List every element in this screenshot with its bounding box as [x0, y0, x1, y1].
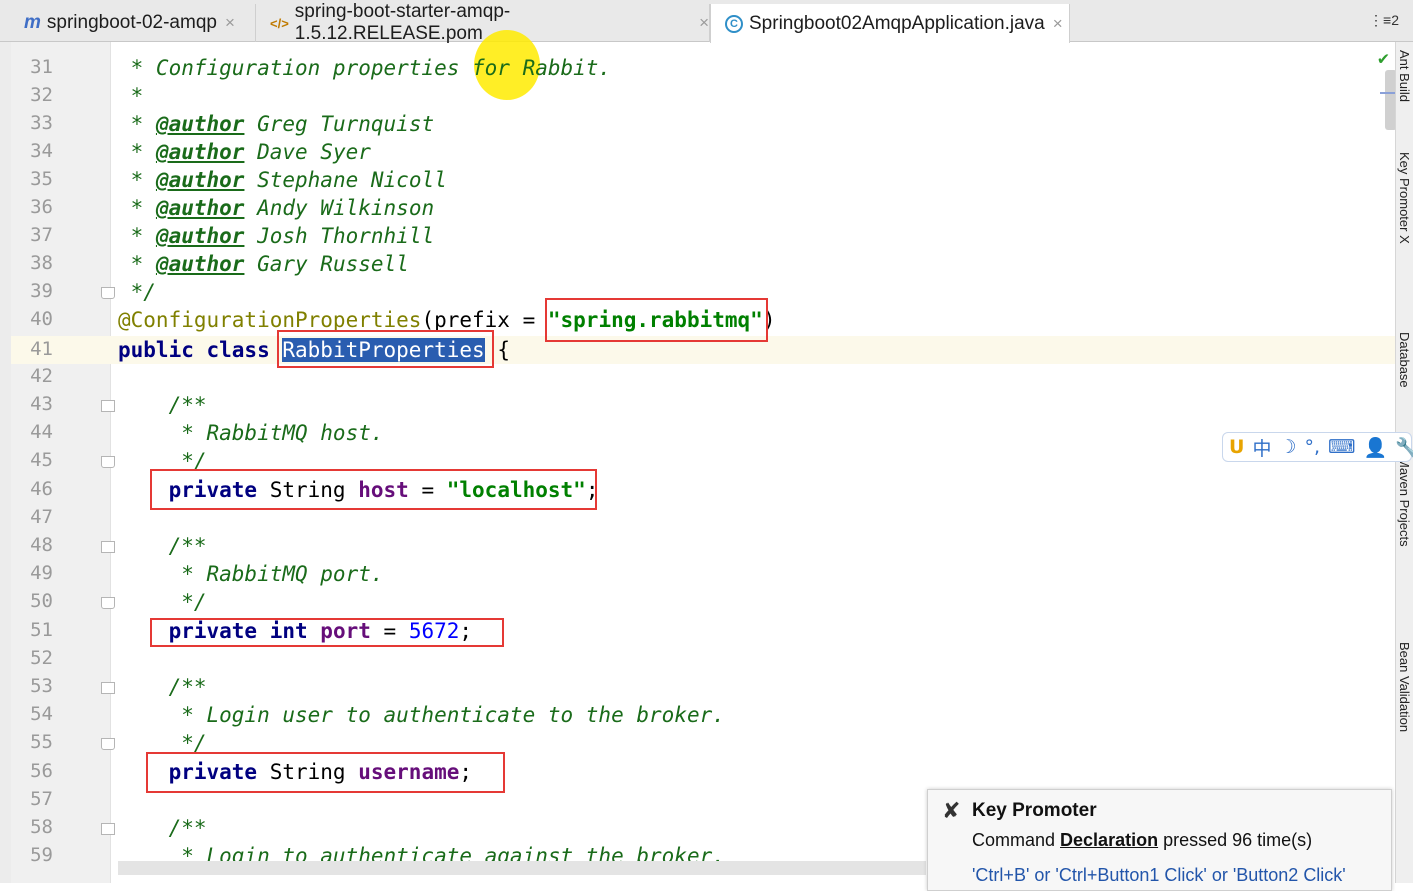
- line-number: 49: [30, 562, 53, 584]
- moon-icon[interactable]: ☽: [1279, 436, 1296, 458]
- highlight-box-username: [146, 752, 505, 793]
- code-line-37: * @author Josh Thornhill: [118, 224, 435, 248]
- line-number: 51: [30, 619, 53, 641]
- code-line-39: */: [118, 280, 156, 304]
- key-promoter-popup: ✘ Key Promoter Command Declaration press…: [927, 789, 1392, 891]
- tab-label: springboot-02-amqp: [46, 12, 217, 33]
- popup-message: Command Declaration pressed 96 time(s): [972, 830, 1313, 850]
- code-line-50: */: [118, 590, 207, 614]
- punctuation-icon[interactable]: °,: [1305, 436, 1321, 458]
- tool-window-ant-build[interactable]: Ant Build: [1397, 50, 1412, 102]
- line-number: 55: [30, 731, 53, 753]
- code-line-53: /**: [118, 675, 207, 699]
- line-number: 46: [30, 478, 53, 500]
- line-number: 47: [30, 506, 53, 528]
- tab-amqp-pom[interactable]: </> spring-boot-starter-amqp-1.5.12.RELE…: [256, 1, 710, 44]
- line-number: 54: [30, 703, 53, 725]
- popup-title: Key Promoter: [972, 800, 1097, 821]
- line-number: 34: [30, 140, 53, 162]
- line-number: 38: [30, 252, 53, 274]
- tool-window-maven-projects[interactable]: Maven Projects: [1397, 457, 1412, 547]
- code-line-48: /**: [118, 534, 207, 558]
- line-number: 59: [30, 844, 53, 866]
- command-name: Declaration: [1060, 830, 1159, 850]
- ime-toolbar: U 中 ☽ °, ⌨ 👤 🔧: [1222, 432, 1413, 462]
- close-icon[interactable]: ×: [1053, 14, 1063, 34]
- fold-marker[interactable]: [101, 823, 115, 835]
- line-number: 41: [30, 338, 53, 360]
- line-number: 52: [30, 647, 53, 669]
- fold-marker[interactable]: [101, 456, 115, 468]
- close-icon[interactable]: ×: [699, 13, 709, 33]
- tab-list-menu-icon[interactable]: ⋮≡2: [1369, 12, 1399, 29]
- code-line-32: *: [118, 84, 144, 108]
- code-line-54: * Login user to authenticate to the brok…: [118, 703, 725, 727]
- highlight-box-prefix: [545, 298, 768, 342]
- code-line-33: * @author Greg Turnquist: [118, 112, 435, 136]
- line-number: 56: [30, 760, 53, 782]
- fold-marker[interactable]: [101, 541, 115, 553]
- fold-marker[interactable]: [101, 400, 115, 412]
- fold-marker[interactable]: [101, 738, 115, 750]
- line-number: 31: [30, 56, 53, 78]
- code-line-31: * Configuration properties for Rabbit.: [118, 56, 612, 80]
- java-class-icon: C: [725, 14, 743, 33]
- pom-file-icon: </>: [270, 15, 289, 31]
- code-line-43: /**: [118, 393, 207, 417]
- line-number: 37: [30, 224, 53, 246]
- line-number: 39: [30, 280, 53, 302]
- tab-application-java[interactable]: C Springboot02AmqpApplication.java ×: [710, 4, 1070, 43]
- maven-module-icon: m: [24, 12, 41, 33]
- line-number: 58: [30, 816, 53, 838]
- line-number: 35: [30, 168, 53, 190]
- code-line-35: * @author Stephane Nicoll: [118, 168, 447, 192]
- highlight-box-host: [150, 469, 597, 510]
- line-number: 48: [30, 534, 53, 556]
- keyboard-icon[interactable]: ⌨: [1328, 436, 1355, 458]
- line-number: 32: [30, 84, 53, 106]
- tool-window-database[interactable]: Database: [1397, 332, 1412, 388]
- tool-window-key-promoter[interactable]: Key Promoter X: [1397, 152, 1412, 244]
- line-number: 45: [30, 449, 53, 471]
- tab-springboot-02-amqp[interactable]: m springboot-02-amqp ×: [10, 4, 256, 42]
- line-number: 57: [30, 788, 53, 810]
- close-icon[interactable]: ×: [225, 13, 235, 33]
- line-number: 43: [30, 393, 53, 415]
- tool-window-bean-validation[interactable]: Bean Validation: [1397, 642, 1412, 732]
- line-number: 33: [30, 112, 53, 134]
- inspection-ok-icon: ✔: [1378, 48, 1389, 69]
- wrench-icon[interactable]: 🔧: [1395, 436, 1413, 459]
- code-line-34: * @author Dave Syer: [118, 140, 371, 164]
- scrollbar-marker: [1380, 92, 1396, 94]
- code-line-44: * RabbitMQ host.: [118, 421, 384, 445]
- line-number: 40: [30, 308, 53, 330]
- line-number: 36: [30, 196, 53, 218]
- fold-marker[interactable]: [101, 287, 115, 299]
- line-number: 50: [30, 590, 53, 612]
- right-tool-strip: Ant Build Key Promoter X Database Maven …: [1395, 42, 1413, 883]
- fold-marker[interactable]: [101, 682, 115, 694]
- line-number: 42: [30, 365, 53, 387]
- code-line-49: * RabbitMQ port.: [118, 562, 384, 586]
- code-line-58: /**: [118, 816, 207, 840]
- highlight-box-port: [150, 618, 504, 647]
- fold-marker[interactable]: [101, 597, 115, 609]
- editor-tab-bar: m springboot-02-amqp × </> spring-boot-s…: [0, 0, 1413, 44]
- ime-logo-icon[interactable]: U: [1229, 436, 1244, 458]
- highlight-box-class-name: [277, 330, 494, 368]
- line-number: 44: [30, 421, 53, 443]
- tab-label: Springboot02AmqpApplication.java: [749, 12, 1045, 34]
- ime-chinese-mode[interactable]: 中: [1252, 434, 1271, 461]
- line-number: 53: [30, 675, 53, 697]
- code-line-36: * @author Andy Wilkinson: [118, 196, 435, 220]
- key-promoter-icon: ✘: [942, 798, 961, 823]
- code-line-38: * @author Gary Russell: [118, 252, 409, 276]
- horizontal-scrollbar[interactable]: [118, 861, 926, 875]
- user-icon[interactable]: 👤: [1363, 436, 1387, 459]
